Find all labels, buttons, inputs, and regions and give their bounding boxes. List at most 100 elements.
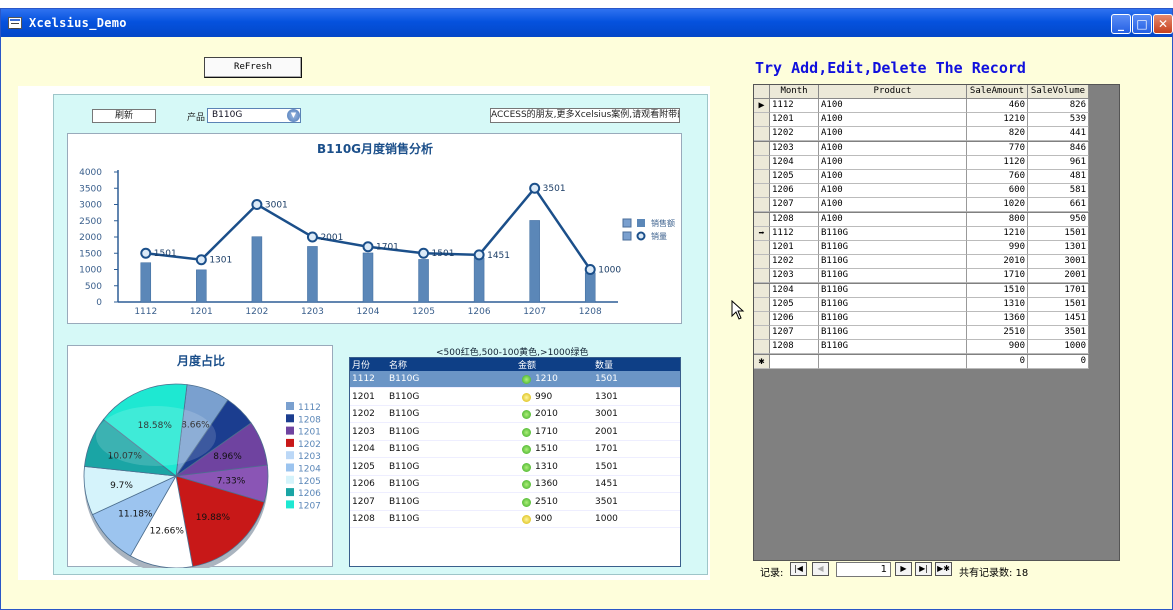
month-cell[interactable] (770, 354, 819, 369)
product-cell[interactable]: A100 (819, 113, 967, 128)
month-cell[interactable]: 1201 (770, 113, 819, 128)
sale-amount-cell[interactable]: 800 (967, 212, 1028, 227)
sale-amount-cell[interactable]: 770 (967, 141, 1028, 156)
sale-volume-cell[interactable]: 961 (1028, 155, 1089, 170)
grid-row[interactable]: 1112 B110G 1210 1501 (350, 371, 680, 388)
sale-volume-cell[interactable]: 1501 (1028, 226, 1089, 241)
datasheet-row[interactable]: ➡ 1112 B110G 1210 1501 (754, 226, 1089, 241)
grid-row[interactable]: 1201 B110G 990 1301 (350, 389, 680, 406)
datasheet-row[interactable]: ✱ 0 0 (754, 354, 1089, 369)
column-header[interactable]: SaleAmount (967, 85, 1028, 99)
product-cell[interactable]: A100 (819, 212, 967, 227)
month-cell[interactable]: 1203 (770, 269, 819, 284)
product-cell[interactable]: A100 (819, 99, 967, 113)
sale-amount-cell[interactable]: 0 (967, 354, 1028, 369)
record-selector[interactable] (754, 127, 770, 142)
grid-row[interactable]: 1204 B110G 1510 1701 (350, 441, 680, 458)
product-cell[interactable]: B110G (819, 312, 967, 326)
sale-amount-cell[interactable]: 820 (967, 127, 1028, 142)
sale-volume-cell[interactable]: 581 (1028, 184, 1089, 199)
sale-amount-cell[interactable]: 600 (967, 184, 1028, 199)
record-number-input[interactable]: 1 (836, 562, 891, 577)
record-selector[interactable] (754, 170, 770, 184)
grid-header-cell[interactable]: 数量 (595, 358, 613, 371)
sale-volume-cell[interactable]: 481 (1028, 170, 1089, 184)
record-selector[interactable]: ✱ (754, 354, 770, 369)
new-record-button[interactable]: ▶✱ (935, 562, 952, 576)
month-cell[interactable]: 1203 (770, 141, 819, 156)
month-cell[interactable]: 1202 (770, 255, 819, 270)
record-selector[interactable] (754, 312, 770, 326)
sale-volume-cell[interactable]: 1451 (1028, 312, 1089, 326)
grid-row[interactable]: 1206 B110G 1360 1451 (350, 476, 680, 493)
column-header[interactable]: SaleVolume (1028, 85, 1089, 99)
datasheet-row[interactable]: 1201 A100 1210 539 (754, 113, 1089, 128)
record-selector[interactable]: ➡ (754, 226, 770, 241)
close-button[interactable]: ✕ (1153, 14, 1173, 34)
sale-volume-cell[interactable]: 3501 (1028, 326, 1089, 341)
datasheet-row[interactable]: 1206 B110G 1360 1451 (754, 312, 1089, 326)
minimize-button[interactable]: _ (1111, 14, 1131, 34)
sale-amount-cell[interactable]: 1020 (967, 198, 1028, 213)
record-selector[interactable] (754, 326, 770, 341)
grid-row[interactable]: 1202 B110G 2010 3001 (350, 406, 680, 423)
sale-amount-cell[interactable]: 2010 (967, 255, 1028, 270)
datasheet-row[interactable]: 1206 A100 600 581 (754, 184, 1089, 199)
record-selector[interactable] (754, 141, 770, 156)
sale-volume-cell[interactable]: 661 (1028, 198, 1089, 213)
sale-amount-cell[interactable]: 1120 (967, 155, 1028, 170)
sale-volume-cell[interactable]: 826 (1028, 99, 1089, 113)
product-cell[interactable]: B110G (819, 255, 967, 270)
datasheet-row[interactable]: 1203 A100 770 846 (754, 141, 1089, 156)
month-cell[interactable]: 1202 (770, 127, 819, 142)
sale-amount-cell[interactable]: 2510 (967, 326, 1028, 341)
record-selector[interactable] (754, 340, 770, 355)
prev-record-button[interactable]: ◀ (812, 562, 829, 576)
grid-row[interactable]: 1208 B110G 900 1000 (350, 511, 680, 528)
month-cell[interactable]: 1208 (770, 340, 819, 355)
month-cell[interactable]: 1112 (770, 226, 819, 241)
sale-amount-cell[interactable]: 1210 (967, 226, 1028, 241)
month-cell[interactable]: 1207 (770, 326, 819, 341)
sale-amount-cell[interactable]: 460 (967, 99, 1028, 113)
sale-volume-cell[interactable]: 2001 (1028, 269, 1089, 284)
month-cell[interactable]: 1206 (770, 312, 819, 326)
record-selector[interactable] (754, 297, 770, 312)
month-cell[interactable]: 1112 (770, 99, 819, 113)
sale-amount-cell[interactable]: 1210 (967, 113, 1028, 128)
product-cell[interactable]: B110G (819, 269, 967, 284)
column-header[interactable]: Product (819, 85, 967, 99)
grid-row[interactable]: 1205 B110G 1310 1501 (350, 459, 680, 476)
datasheet-row[interactable]: 1207 A100 1020 661 (754, 198, 1089, 213)
datasheet-row[interactable]: 1202 A100 820 441 (754, 127, 1089, 142)
select-all-corner[interactable] (754, 85, 770, 99)
datasheet-row[interactable]: 1203 B110G 1710 2001 (754, 269, 1089, 284)
grid-row[interactable]: 1207 B110G 2510 3501 (350, 494, 680, 511)
datasheet-row[interactable]: 1208 B110G 900 1000 (754, 340, 1089, 355)
month-cell[interactable]: 1201 (770, 241, 819, 255)
datasheet-row[interactable]: 1205 A100 760 481 (754, 170, 1089, 184)
grid-header-cell[interactable]: 名称 (389, 358, 407, 371)
grid-header-cell[interactable]: 金额 (518, 358, 536, 371)
datasheet-row[interactable]: 1205 B110G 1310 1501 (754, 297, 1089, 312)
month-cell[interactable]: 1205 (770, 170, 819, 184)
sale-amount-cell[interactable]: 1510 (967, 283, 1028, 298)
month-cell[interactable]: 1206 (770, 184, 819, 199)
datasheet-row[interactable]: 1201 B110G 990 1301 (754, 241, 1089, 255)
column-header[interactable]: Month (770, 85, 819, 99)
record-selector[interactable] (754, 269, 770, 284)
first-record-button[interactable]: |◀ (790, 562, 807, 576)
sale-volume-cell[interactable]: 1501 (1028, 297, 1089, 312)
product-cell[interactable]: A100 (819, 170, 967, 184)
record-selector[interactable] (754, 155, 770, 170)
record-selector[interactable] (754, 241, 770, 255)
month-cell[interactable]: 1205 (770, 297, 819, 312)
maximize-button[interactable]: □ (1132, 14, 1152, 34)
product-cell[interactable]: B110G (819, 226, 967, 241)
product-cell[interactable] (819, 354, 967, 369)
sale-amount-cell[interactable]: 1360 (967, 312, 1028, 326)
sale-volume-cell[interactable]: 0 (1028, 354, 1089, 369)
product-cell[interactable]: A100 (819, 141, 967, 156)
month-cell[interactable]: 1204 (770, 283, 819, 298)
month-cell[interactable]: 1208 (770, 212, 819, 227)
